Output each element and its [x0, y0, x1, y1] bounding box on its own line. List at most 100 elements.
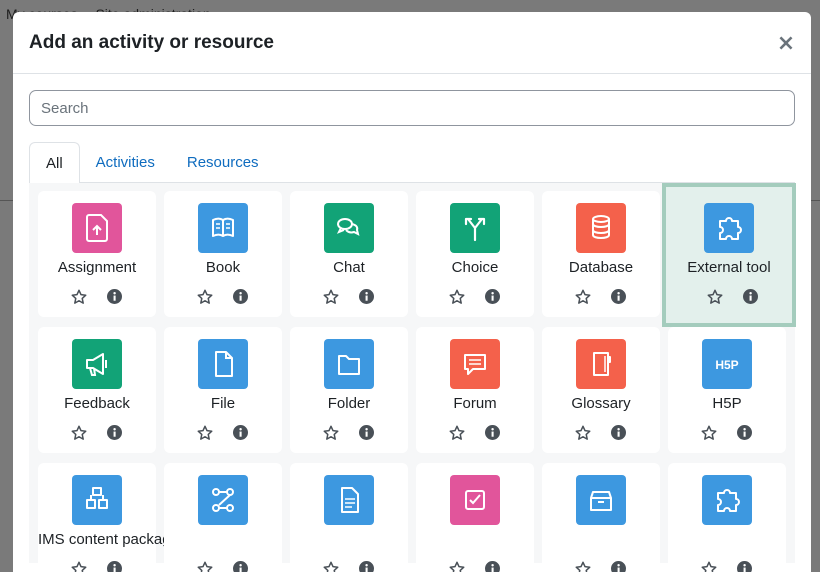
- tile-actions: [416, 287, 534, 307]
- activity-tile[interactable]: Feedback: [38, 327, 156, 453]
- info-icon[interactable]: [233, 561, 248, 572]
- activity-tile-label: File: [210, 395, 236, 412]
- folder-icon: [324, 339, 374, 389]
- tile-actions: [542, 559, 660, 572]
- star-icon[interactable]: [700, 424, 718, 442]
- star-icon[interactable]: [196, 560, 214, 572]
- activity-tile-label: External tool: [687, 259, 771, 276]
- activity-tile[interactable]: File: [164, 327, 282, 453]
- tile-actions: [290, 423, 408, 443]
- tab-activities[interactable]: Activities: [80, 142, 171, 183]
- star-icon[interactable]: [70, 288, 88, 306]
- star-icon[interactable]: [448, 288, 466, 306]
- info-icon[interactable]: [107, 289, 122, 304]
- star-icon[interactable]: [574, 560, 592, 572]
- activity-tile[interactable]: IMS content package: [38, 463, 179, 572]
- info-icon[interactable]: [611, 425, 626, 440]
- star-icon[interactable]: [70, 424, 88, 442]
- info-icon[interactable]: [233, 289, 248, 304]
- choice-icon: [450, 203, 500, 253]
- info-icon[interactable]: [485, 425, 500, 440]
- activity-grid: Assignment Book Chat Choice Database External…: [29, 183, 796, 572]
- info-icon[interactable]: [485, 561, 500, 572]
- info-icon[interactable]: [359, 289, 374, 304]
- activity-tile[interactable]: [668, 463, 786, 572]
- chooser-tabs: All Activities Resources: [29, 142, 795, 184]
- assignment-icon: [72, 203, 122, 253]
- activity-tile[interactable]: Book: [164, 191, 282, 317]
- activity-tile-label: IMS content package: [38, 531, 179, 548]
- star-icon[interactable]: [700, 560, 718, 572]
- glossary-icon: [576, 339, 626, 389]
- tile-actions: [666, 287, 792, 307]
- star-icon[interactable]: [196, 288, 214, 306]
- star-icon[interactable]: [70, 560, 88, 572]
- star-icon[interactable]: [574, 424, 592, 442]
- star-icon[interactable]: [322, 560, 340, 572]
- activity-tile-label: Forum: [453, 395, 497, 412]
- activity-tile[interactable]: Glossary: [542, 327, 660, 453]
- info-icon[interactable]: [485, 289, 500, 304]
- megaphone-icon: [72, 339, 122, 389]
- tile-actions: [416, 423, 534, 443]
- activity-chooser-modal: Add an activity or resource × All Activi…: [13, 12, 811, 572]
- activity-tile-label: Feedback: [64, 395, 130, 412]
- star-icon[interactable]: [706, 288, 724, 306]
- activity-tile[interactable]: Choice: [416, 191, 534, 317]
- activity-tile[interactable]: H5P H5P: [668, 327, 786, 453]
- activity-tile[interactable]: [290, 463, 408, 572]
- package-icon: [72, 475, 122, 525]
- database-icon: [576, 203, 626, 253]
- info-icon[interactable]: [611, 561, 626, 572]
- star-icon[interactable]: [448, 424, 466, 442]
- star-icon[interactable]: [574, 288, 592, 306]
- modal-header: Add an activity or resource ×: [13, 12, 811, 74]
- info-icon[interactable]: [107, 561, 122, 572]
- activity-tile[interactable]: Chat: [290, 191, 408, 317]
- tile-actions: [38, 559, 156, 572]
- tab-resources[interactable]: Resources: [171, 142, 275, 183]
- activity-tile-label: Assignment: [57, 259, 137, 276]
- tile-actions: [164, 423, 282, 443]
- activity-tile-label: Choice: [451, 259, 499, 276]
- search-input[interactable]: [29, 90, 795, 126]
- lesson-icon: [198, 475, 248, 525]
- background-divider: [0, 200, 14, 201]
- page-icon: [324, 475, 374, 525]
- activity-tile[interactable]: Folder: [290, 327, 408, 453]
- info-icon[interactable]: [743, 289, 758, 304]
- activity-tile[interactable]: Assignment: [38, 191, 156, 317]
- puzzle-icon: [702, 475, 752, 525]
- h5p-icon: H5P: [702, 339, 752, 389]
- info-icon[interactable]: [107, 425, 122, 440]
- info-icon[interactable]: [233, 425, 248, 440]
- info-icon[interactable]: [611, 289, 626, 304]
- tab-all[interactable]: All: [29, 142, 80, 184]
- star-icon[interactable]: [322, 424, 340, 442]
- activity-tile[interactable]: Forum: [416, 327, 534, 453]
- activity-tile[interactable]: External tool: [662, 183, 796, 327]
- tile-actions: [164, 287, 282, 307]
- activity-tile[interactable]: [416, 463, 534, 572]
- modal-title: Add an activity or resource: [29, 32, 274, 53]
- activity-tile[interactable]: Database: [542, 191, 660, 317]
- info-icon[interactable]: [737, 561, 752, 572]
- info-icon[interactable]: [359, 425, 374, 440]
- close-button[interactable]: ×: [773, 31, 799, 57]
- tile-actions: [290, 287, 408, 307]
- tile-actions: [38, 287, 156, 307]
- info-icon[interactable]: [359, 561, 374, 572]
- activity-tile[interactable]: [542, 463, 660, 572]
- search-container: [29, 90, 795, 126]
- star-icon[interactable]: [448, 560, 466, 572]
- tile-actions: [668, 423, 786, 443]
- star-icon[interactable]: [196, 424, 214, 442]
- activity-tile-label: Folder: [327, 395, 371, 412]
- star-icon[interactable]: [322, 288, 340, 306]
- tile-actions: [668, 559, 786, 572]
- info-icon[interactable]: [737, 425, 752, 440]
- activity-tile-label: Chat: [333, 259, 365, 276]
- activity-tile[interactable]: [164, 463, 282, 572]
- tile-actions: [290, 559, 408, 572]
- svg-text:H5P: H5P: [715, 358, 738, 372]
